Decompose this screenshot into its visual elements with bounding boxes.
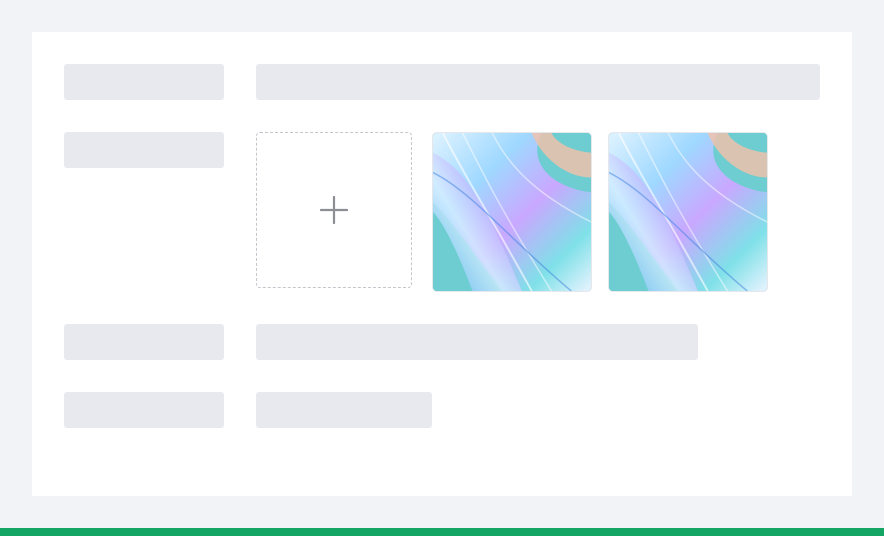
accent-bar <box>0 528 884 536</box>
input-skeleton-3 <box>256 324 698 360</box>
label-skeleton-4 <box>64 392 224 428</box>
iridescent-abstract-image <box>609 133 767 291</box>
plus-icon <box>320 196 348 224</box>
iridescent-abstract-image <box>433 133 591 291</box>
input-skeleton-4 <box>256 392 432 428</box>
label-skeleton-1 <box>64 64 224 100</box>
label-skeleton-2 <box>64 132 224 168</box>
form-card <box>32 32 852 496</box>
label-skeleton-3 <box>64 324 224 360</box>
input-skeleton-1 <box>256 64 820 100</box>
image-thumbnail-1[interactable] <box>432 132 592 292</box>
image-thumbnail-2[interactable] <box>608 132 768 292</box>
upload-button[interactable] <box>256 132 412 288</box>
